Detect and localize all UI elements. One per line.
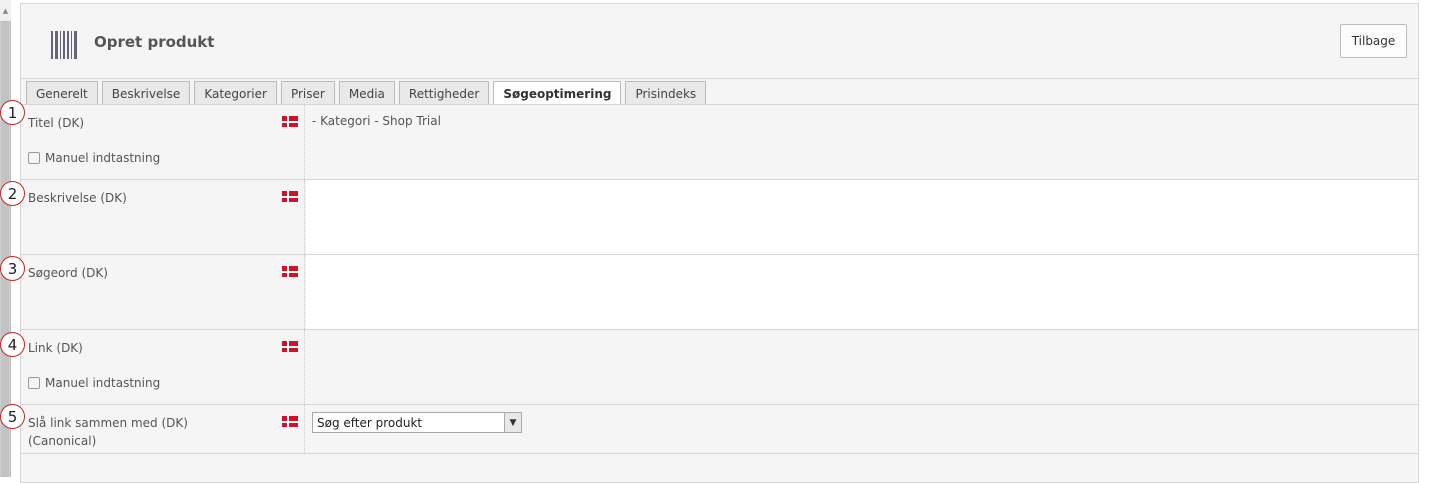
- tabs-divider: [21, 78, 1418, 79]
- link-label: Link (DK): [28, 341, 83, 355]
- title-value-cell[interactable]: - Kategori - Shop Trial: [306, 105, 1418, 179]
- canonical-label-line2: (Canonical): [28, 434, 97, 448]
- tab-prisindeks[interactable]: Prisindeks: [625, 81, 707, 105]
- description-row: Beskrivelse (DK): [21, 180, 1418, 255]
- marker-2: 2: [0, 181, 25, 206]
- canonical-label-line1: Slå link sammen med (DK): [28, 416, 188, 430]
- page-title: Opret produkt: [94, 33, 215, 51]
- tab-generelt[interactable]: Generelt: [26, 81, 98, 105]
- title-manual-checkbox-row[interactable]: Manuel indtastning: [28, 151, 160, 165]
- title-value: - Kategori - Shop Trial: [312, 114, 441, 128]
- marker-3: 3: [0, 256, 25, 281]
- seo-form: Titel (DK) Manuel indtastning - Kategori…: [21, 104, 1418, 454]
- tab-rettigheder[interactable]: Rettigheder: [398, 81, 490, 105]
- marker-1: 1: [0, 100, 25, 125]
- title-row: Titel (DK) Manuel indtastning - Kategori…: [21, 105, 1418, 180]
- canonical-product-select[interactable]: Søg efter produkt ▼: [312, 412, 522, 433]
- tab-media[interactable]: Media: [338, 81, 395, 105]
- product-panel: Opret produkt Tilbage Generelt Beskrivel…: [20, 3, 1419, 483]
- danish-flag-icon: [282, 341, 298, 352]
- danish-flag-icon: [282, 266, 298, 277]
- canonical-label: Slå link sammen med (DK) (Canonical): [28, 414, 188, 450]
- title-label: Titel (DK): [28, 116, 85, 130]
- keywords-label: Søgeord (DK): [28, 266, 108, 280]
- danish-flag-icon: [282, 191, 298, 202]
- back-button[interactable]: Tilbage: [1340, 24, 1407, 58]
- keywords-row: Søgeord (DK): [21, 255, 1418, 330]
- canonical-select-value: Søg efter produkt: [317, 415, 423, 430]
- title-manual-checkbox[interactable]: [28, 152, 40, 164]
- scroll-up-icon[interactable]: ▲: [0, 0, 11, 22]
- link-row: Link (DK) Manuel indtastning: [21, 330, 1418, 405]
- canonical-row: Slå link sammen med (DK) (Canonical) Søg…: [21, 405, 1418, 454]
- chevron-down-icon[interactable]: ▼: [504, 413, 521, 432]
- link-manual-checkbox-row[interactable]: Manuel indtastning: [28, 376, 160, 390]
- marker-5: 5: [0, 404, 25, 429]
- keywords-field[interactable]: [306, 255, 1418, 329]
- tab-beskrivelse[interactable]: Beskrivelse: [101, 81, 191, 105]
- danish-flag-icon: [282, 416, 298, 427]
- panel-header: Opret produkt Tilbage: [21, 4, 1418, 78]
- tab-soegeoptimering[interactable]: Søgeoptimering: [493, 81, 622, 105]
- link-value-cell[interactable]: [306, 330, 1418, 404]
- description-label: Beskrivelse (DK): [28, 191, 127, 205]
- tab-kategorier[interactable]: Kategorier: [194, 81, 277, 105]
- tab-bar: Generelt Beskrivelse Kategorier Priser M…: [26, 81, 707, 105]
- link-manual-label: Manuel indtastning: [45, 376, 161, 390]
- barcode-icon: [51, 31, 77, 59]
- tab-priser[interactable]: Priser: [280, 81, 335, 105]
- marker-4: 4: [0, 332, 25, 357]
- link-manual-checkbox[interactable]: [28, 377, 40, 389]
- title-manual-label: Manuel indtastning: [45, 151, 161, 165]
- danish-flag-icon: [282, 116, 298, 127]
- description-field[interactable]: [306, 180, 1418, 254]
